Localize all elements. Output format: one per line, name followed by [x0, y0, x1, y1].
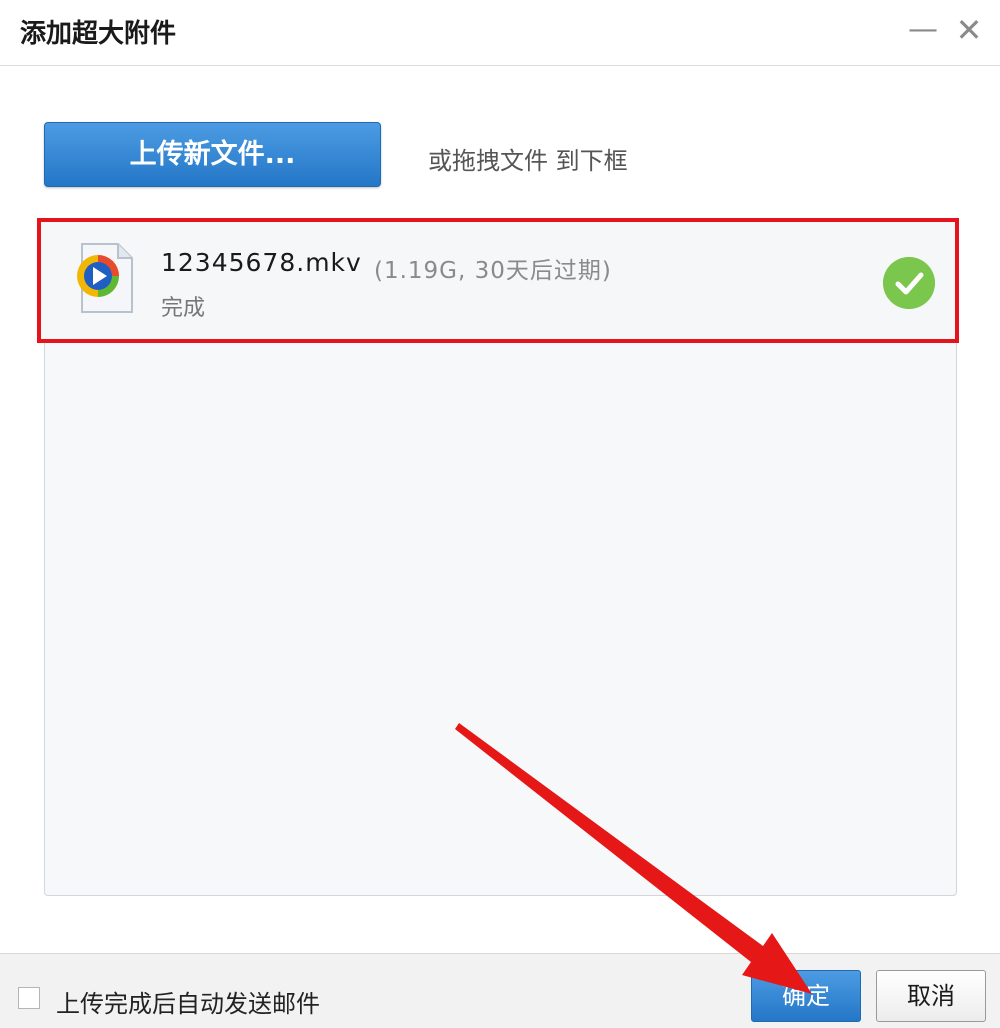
- file-name: 12345678.mkv: [161, 248, 362, 277]
- window-title: 添加超大附件: [20, 19, 177, 49]
- auto-send-label: 上传完成后自动发送邮件: [56, 990, 320, 1018]
- file-size-expiry: (1.19G, 30天后过期): [374, 258, 612, 284]
- file-list-item[interactable]: 12345678.mkv (1.19G, 30天后过期) 完成: [37, 218, 959, 343]
- video-file-icon: [77, 243, 133, 313]
- upload-status: 完成: [161, 296, 206, 321]
- drag-hint-text: 或拖拽文件 到下框: [428, 147, 628, 175]
- check-circle-icon: [883, 257, 935, 309]
- minimize-icon[interactable]: —: [903, 10, 943, 50]
- auto-send-checkbox[interactable]: [18, 987, 40, 1009]
- close-icon[interactable]: ✕: [949, 10, 989, 50]
- upload-new-file-button[interactable]: 上传新文件...: [44, 122, 381, 187]
- ok-button[interactable]: 确定: [751, 970, 861, 1022]
- cancel-button[interactable]: 取消: [876, 970, 986, 1022]
- title-bar: 添加超大附件 — ✕: [0, 0, 1000, 66]
